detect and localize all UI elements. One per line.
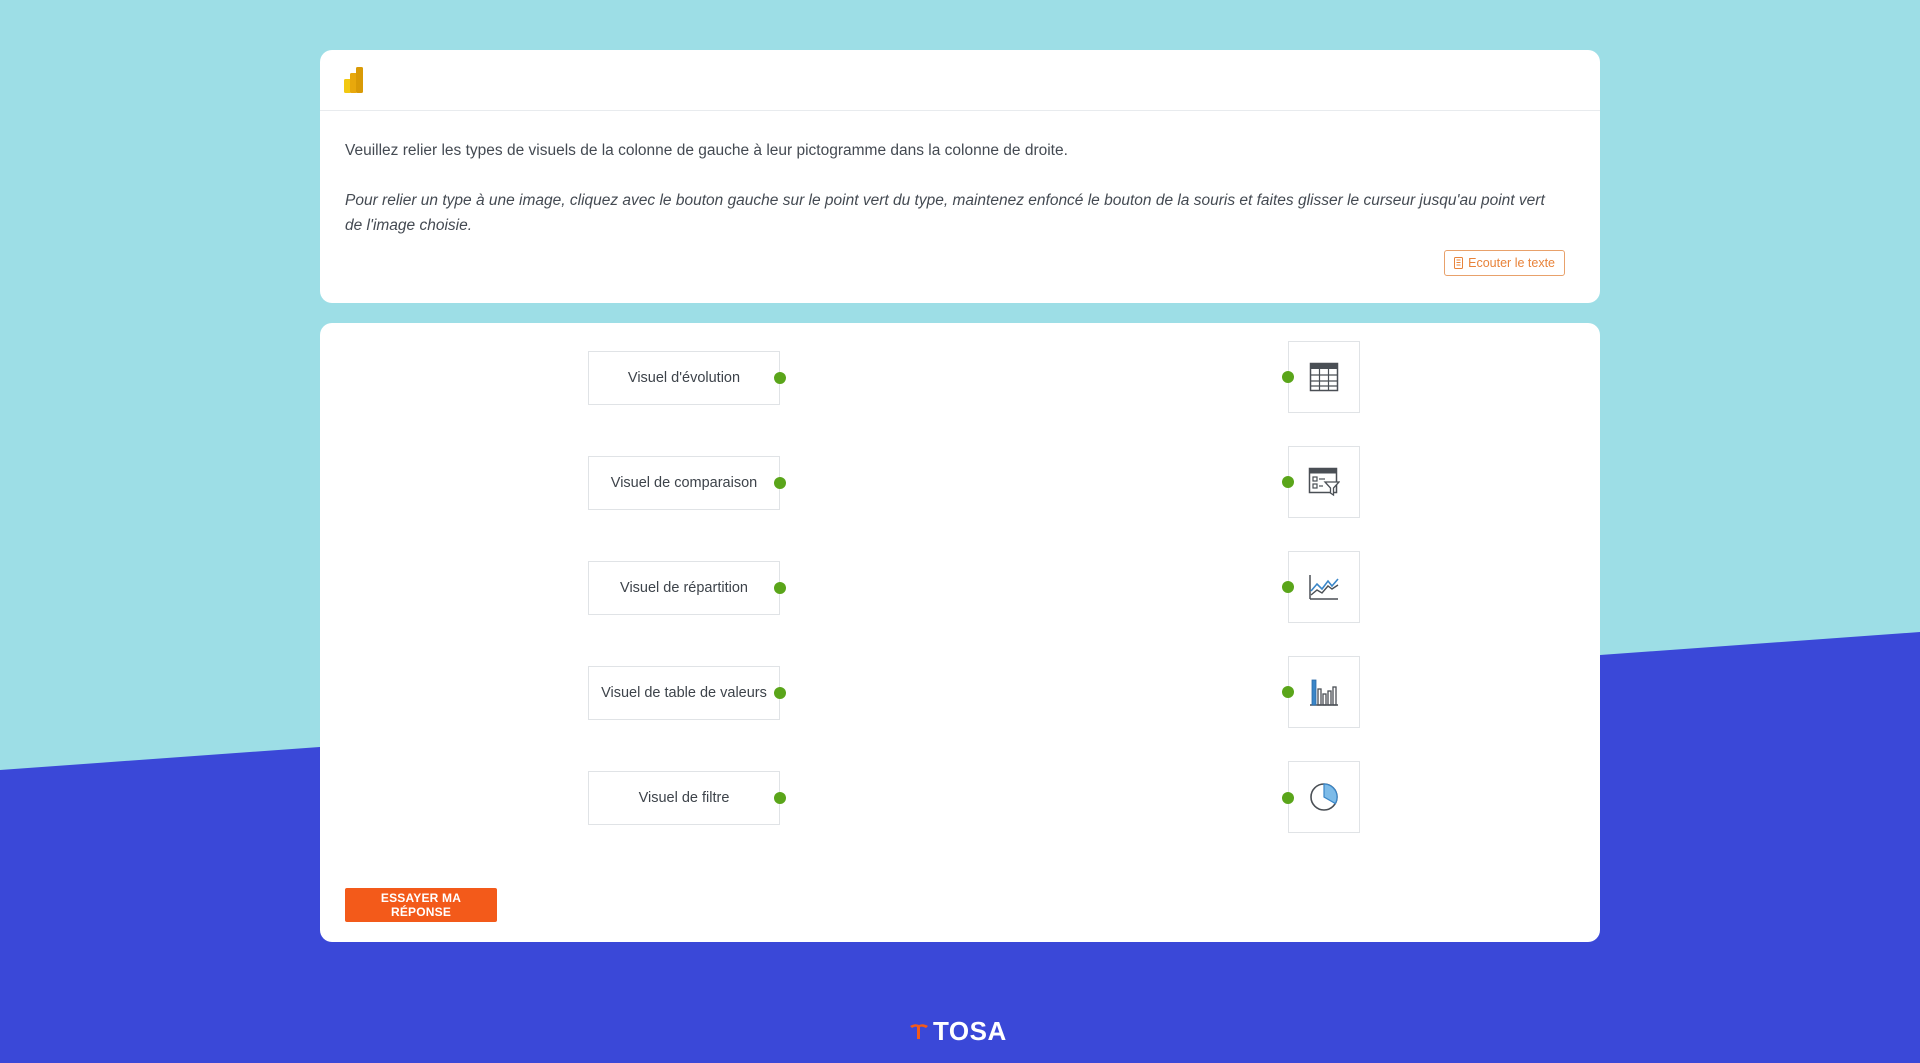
pictogram-table[interactable] [1288, 341, 1360, 413]
match-item-label: Visuel d'évolution [627, 370, 741, 386]
tosa-logo-icon [910, 1024, 928, 1039]
instruction-help: Pour relier un type à une image, cliquez… [345, 192, 1545, 234]
match-item-label: Visuel de comparaison [610, 475, 758, 491]
match-item-table-valeurs[interactable]: Visuel de table de valeurs [588, 666, 780, 720]
match-item-label: Visuel de répartition [620, 580, 748, 596]
match-item-filtre[interactable]: Visuel de filtre [588, 771, 780, 825]
table-grid-icon [1309, 362, 1339, 392]
line-chart-icon [1309, 575, 1339, 600]
footer-brand: TOSA [909, 1018, 1007, 1044]
left-connector-dot[interactable] [774, 372, 786, 384]
pictogram-pie-chart[interactable] [1288, 761, 1360, 833]
pictogram-slicer[interactable] [1288, 446, 1360, 518]
submit-answer-button[interactable]: ESSAYER MA RÉPONSE [345, 888, 497, 922]
left-connector-dot[interactable] [774, 582, 786, 594]
right-connector-dot[interactable] [1282, 581, 1294, 593]
phone-speaker-icon [1454, 257, 1464, 269]
right-connector-dot[interactable] [1282, 792, 1294, 804]
instructions: Veuillez relier les types de visuels de … [345, 138, 1548, 238]
match-item-label: Visuel de table de valeurs [601, 685, 767, 701]
right-connector-dot[interactable] [1282, 476, 1294, 488]
pictogram-line-chart[interactable] [1288, 551, 1360, 623]
left-connector-dot[interactable] [774, 477, 786, 489]
match-item-label: Visuel de filtre [638, 790, 730, 806]
match-item-evolution[interactable]: Visuel d'évolution [588, 351, 780, 405]
left-connector-dot[interactable] [774, 792, 786, 804]
power-bi-logo-icon [344, 67, 363, 93]
listen-text-button[interactable]: Ecouter le texte [1444, 250, 1565, 276]
match-item-comparaison[interactable]: Visuel de comparaison [588, 456, 780, 510]
brand-name: TOSA [933, 1016, 1007, 1046]
pie-chart-icon [1310, 783, 1338, 811]
card-header [320, 50, 1600, 111]
matching-card: Visuel d'évolution Visuel de comparaison… [320, 323, 1600, 942]
right-connector-dot[interactable] [1282, 686, 1294, 698]
pictogram-bar-chart[interactable] [1288, 656, 1360, 728]
listen-text-label: Ecouter le texte [1468, 256, 1555, 270]
right-connector-dot[interactable] [1282, 371, 1294, 383]
match-item-repartition[interactable]: Visuel de répartition [588, 561, 780, 615]
bar-chart-icon [1310, 679, 1338, 706]
instruction-main: Veuillez relier les types de visuels de … [345, 142, 1068, 159]
instruction-card: Veuillez relier les types de visuels de … [320, 50, 1600, 303]
slicer-filter-icon [1308, 467, 1340, 497]
left-connector-dot[interactable] [774, 687, 786, 699]
